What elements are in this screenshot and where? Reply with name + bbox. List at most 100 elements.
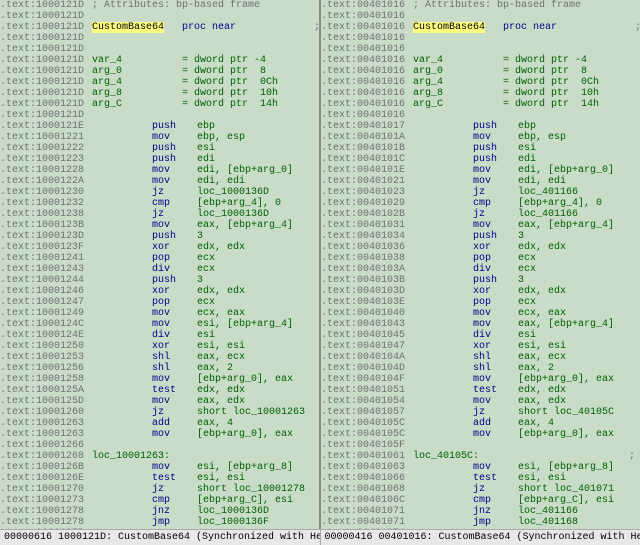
disasm-line[interactable]: .text:10001263 mov[ebp+arg_0], eax	[0, 429, 319, 440]
disasm-line[interactable]: .text:10001222 pushesi	[0, 143, 319, 154]
disasm-line[interactable]: .text:1000122A movedi, edi	[0, 176, 319, 187]
disasm-line[interactable]: .text:1000127B	[0, 528, 319, 529]
disasm-line[interactable]: .text:00401051 testedx, edx	[321, 385, 640, 396]
disasm-line[interactable]: .text:0040105C addeax, 4	[321, 418, 640, 429]
disasm-line[interactable]: .text:10001243 divecx	[0, 264, 319, 275]
disasm-line[interactable]: .text:00401063 movesi, [ebp+arg_8]	[321, 462, 640, 473]
disasm-line[interactable]: .text:10001250 xoresi, esi	[0, 341, 319, 352]
disasm-line[interactable]: .text:00401045 divesi	[321, 330, 640, 341]
disasm-line[interactable]: .text:1000121D var_4 = dword ptr -4	[0, 55, 319, 66]
disasm-line[interactable]: .text:10001278 jnzloc_1000136D	[0, 506, 319, 517]
disasm-line[interactable]: .text:10001263 addeax, 4	[0, 418, 319, 429]
disasm-line[interactable]: .text:1000124E divesi	[0, 330, 319, 341]
disasm-line[interactable]: .text:00401074	[321, 528, 640, 529]
disasm-line[interactable]: .text:0040103B push3	[321, 275, 640, 286]
disasm-line[interactable]: .text:1000121E pushebp	[0, 121, 319, 132]
left-disassembly-pane[interactable]: .text:1000121D ; Attributes: bp-based fr…	[0, 0, 321, 529]
disasm-line[interactable]: .text:00401016	[321, 44, 640, 55]
disasm-line[interactable]: .text:00401057 jzshort loc_40105C	[321, 407, 640, 418]
disasm-line[interactable]: .text:00401017 pushebp	[321, 121, 640, 132]
disasm-line[interactable]: .text:10001270 jzshort loc_10001278	[0, 484, 319, 495]
disasm-line[interactable]: .text:00401031 moveax, [ebp+arg_4]	[321, 220, 640, 231]
disasm-line[interactable]: .text:10001230 jzloc_1000136D	[0, 187, 319, 198]
disasm-line[interactable]: .text:10001244 push3	[0, 275, 319, 286]
disasm-line[interactable]: .text:1000124C movesi, [ebp+arg_4]	[0, 319, 319, 330]
right-disassembly-pane[interactable]: .text:00401016 ; Attributes: bp-based fr…	[321, 0, 640, 529]
disasm-line[interactable]: .text:10001253 shleax, ecx	[0, 352, 319, 363]
disasm-line[interactable]: .text:10001223 pushedi	[0, 154, 319, 165]
disasm-line[interactable]: .text:1000121D ; sub_100025E2+13E↓p	[0, 33, 319, 44]
disasm-line[interactable]: .text:0040101E movedi, [ebp+arg_0]	[321, 165, 640, 176]
disasm-line[interactable]: .text:00401023 jzloc_401166	[321, 187, 640, 198]
disasm-line[interactable]: .text:1000121D arg_0 = dword ptr 8	[0, 66, 319, 77]
disasm-line[interactable]: .text:10001232 cmp[ebp+arg_4], 0	[0, 198, 319, 209]
disasm-line[interactable]: .text:1000123D push3	[0, 231, 319, 242]
disasm-line[interactable]: .text:10001260 jzshort loc_10001263	[0, 407, 319, 418]
disasm-line[interactable]: .text:10001228 movedi, [ebp+arg_0]	[0, 165, 319, 176]
disasm-line[interactable]: .text:1000121D	[0, 110, 319, 121]
disasm-line[interactable]: .text:0040101B pushesi	[321, 143, 640, 154]
disasm-line[interactable]: .text:1000121D ; Attributes: bp-based fr…	[0, 0, 319, 11]
disasm-line[interactable]: .text:00401016 ; Attributes: bp-based fr…	[321, 0, 640, 11]
disasm-line[interactable]: .text:00401038 popecx	[321, 253, 640, 264]
disasm-line[interactable]: .text:0040104A shleax, ecx	[321, 352, 640, 363]
disasm-line[interactable]: .text:10001246 xoredx, edx	[0, 286, 319, 297]
disasm-line[interactable]: .text:1000126E testesi, esi	[0, 473, 319, 484]
disasm-line[interactable]: .text:10001273 cmp[ebp+arg_C], esi	[0, 495, 319, 506]
disasm-line[interactable]: .text:1000121D	[0, 11, 319, 22]
disasm-line[interactable]: .text:1000123F xoredx, edx	[0, 242, 319, 253]
disasm-line[interactable]: .text:00401016 arg_0 = dword ptr 8	[321, 66, 640, 77]
disasm-line[interactable]: .text:0040102B jzloc_401166	[321, 209, 640, 220]
disasm-line[interactable]: .text:00401016	[321, 110, 640, 121]
disasm-line[interactable]: .text:1000121D arg_C = dword ptr 14h	[0, 99, 319, 110]
disasm-line[interactable]: .text:00401034 push3	[321, 231, 640, 242]
disasm-line[interactable]: .text:1000121D arg_8 = dword ptr 10h	[0, 88, 319, 99]
disasm-line[interactable]: .text:00401036 xoredx, edx	[321, 242, 640, 253]
disasm-line[interactable]: .text:1000125A testedx, edx	[0, 385, 319, 396]
disasm-line[interactable]: .text:00401016 arg_C = dword ptr 14h	[321, 99, 640, 110]
disasm-line[interactable]: .text:10001249 movecx, eax	[0, 308, 319, 319]
disasm-line[interactable]: .text:00401071 jmploc_401168	[321, 517, 640, 528]
disasm-line[interactable]: .text:0040103D xoredx, edx	[321, 286, 640, 297]
disasm-line[interactable]: .text:0040104D shleax, 2	[321, 363, 640, 374]
disasm-line[interactable]: .text:10001247 popecx	[0, 297, 319, 308]
disasm-line[interactable]: .text:1000123B moveax, [ebp+arg_4]	[0, 220, 319, 231]
disasm-line[interactable]: .text:1000121D arg_4 = dword ptr 0Ch	[0, 77, 319, 88]
disasm-line[interactable]: .text:00401068 jzshort loc_401071	[321, 484, 640, 495]
disasm-label[interactable]: .text:10001268 loc_10001263: ; CODE XREF…	[0, 451, 319, 462]
disasm-line[interactable]: .text:10001258 mov[ebp+arg_0], eax	[0, 374, 319, 385]
disasm-line[interactable]: .text:10001241 popecx	[0, 253, 319, 264]
disasm-line[interactable]: .text:00401016	[321, 11, 640, 22]
disasm-line[interactable]: .text:00401016 CustomBase64 proc near ; …	[321, 22, 640, 33]
disasm-line[interactable]: .text:1000121D	[0, 44, 319, 55]
disasm-line[interactable]: .text:00401043 moveax, [ebp+arg_4]	[321, 319, 640, 330]
disasm-line[interactable]: .text:1000125D moveax, edx	[0, 396, 319, 407]
disasm-line[interactable]: .text:10001238 jzloc_1000136D	[0, 209, 319, 220]
disasm-line[interactable]: .text:00401066 testesi, esi	[321, 473, 640, 484]
disasm-line[interactable]: .text:00401040 movecx, eax	[321, 308, 640, 319]
disasm-line[interactable]: .text:10001278 jmploc_1000136F	[0, 517, 319, 528]
disasm-line[interactable]: .text:10001256 shleax, 2	[0, 363, 319, 374]
disasm-line[interactable]: .text:0040104F mov[ebp+arg_0], eax	[321, 374, 640, 385]
disasm-line[interactable]: .text:00401016 ; sub_4014CD+1A6↓p	[321, 33, 640, 44]
disasm-line[interactable]: .text:00401029 cmp[ebp+arg_4], 0	[321, 198, 640, 209]
disasm-line[interactable]: .text:10001266	[0, 440, 319, 451]
disasm-line[interactable]: .text:1000126B movesi, [ebp+arg_8]	[0, 462, 319, 473]
disasm-line[interactable]: .text:0040101A movebp, esp	[321, 132, 640, 143]
disasm-line[interactable]: .text:0040105C mov[ebp+arg_0], eax	[321, 429, 640, 440]
disasm-line[interactable]: .text:00401021 movedi, edi	[321, 176, 640, 187]
disasm-line[interactable]: .text:0040105F	[321, 440, 640, 451]
disasm-line[interactable]: .text:00401047 xoresi, esi	[321, 341, 640, 352]
disasm-line[interactable]: .text:00401071 jnzloc_401166	[321, 506, 640, 517]
disasm-line[interactable]: .text:00401016 arg_4 = dword ptr 0Ch	[321, 77, 640, 88]
disasm-line[interactable]: .text:00401016 var_4 = dword ptr -4	[321, 55, 640, 66]
disasm-line[interactable]: .text:0040106C cmp[ebp+arg_C], esi	[321, 495, 640, 506]
disasm-line[interactable]: .text:10001221 movebp, esp	[0, 132, 319, 143]
disasm-line[interactable]: .text:0040103E popecx	[321, 297, 640, 308]
disasm-line[interactable]: .text:1000121D CustomBase64 proc near ; …	[0, 22, 319, 33]
disasm-label[interactable]: .text:00401061 loc_40105C: ; CODE XREF: …	[321, 451, 640, 462]
disasm-line[interactable]: .text:00401016 arg_8 = dword ptr 10h	[321, 88, 640, 99]
disasm-line[interactable]: .text:0040103A divecx	[321, 264, 640, 275]
disasm-line[interactable]: .text:00401054 moveax, edx	[321, 396, 640, 407]
disasm-line[interactable]: .text:0040101C pushedi	[321, 154, 640, 165]
